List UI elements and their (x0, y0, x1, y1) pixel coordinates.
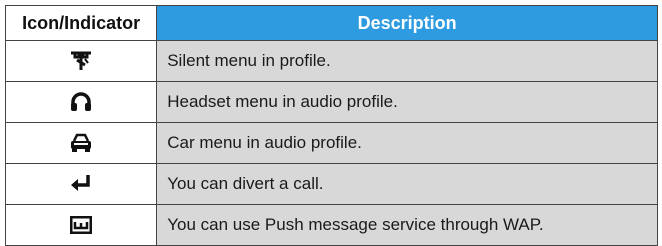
description-cell: You can divert a call. (156, 163, 658, 205)
table-header-row: Icon/Indicator Description (4, 5, 658, 41)
wap-push-icon (68, 214, 94, 236)
icon-cell (4, 40, 158, 82)
indicator-table: Icon/Indicator Description Silent menu i… (4, 5, 658, 246)
description-cell: Silent menu in profile. (156, 40, 658, 82)
icon-cell (4, 122, 158, 164)
description-column-header: Description (156, 5, 658, 41)
car-icon (68, 132, 94, 154)
table-row: You can use Push message service through… (4, 204, 658, 246)
call-divert-icon (68, 173, 94, 195)
silent-profile-icon (68, 50, 94, 72)
table-row: Silent menu in profile. (4, 40, 658, 82)
icon-cell (4, 81, 158, 123)
table-row: Car menu in audio profile. (4, 122, 658, 164)
icon-column-header: Icon/Indicator (4, 5, 158, 41)
headset-icon (68, 91, 94, 113)
table-row: You can divert a call. (4, 163, 658, 205)
icon-cell (4, 163, 158, 205)
description-cell: Car menu in audio profile. (156, 122, 658, 164)
description-cell: Headset menu in audio profile. (156, 81, 658, 123)
description-cell: You can use Push message service through… (156, 204, 658, 246)
table-row: Headset menu in audio profile. (4, 81, 658, 123)
icon-cell (4, 204, 158, 246)
